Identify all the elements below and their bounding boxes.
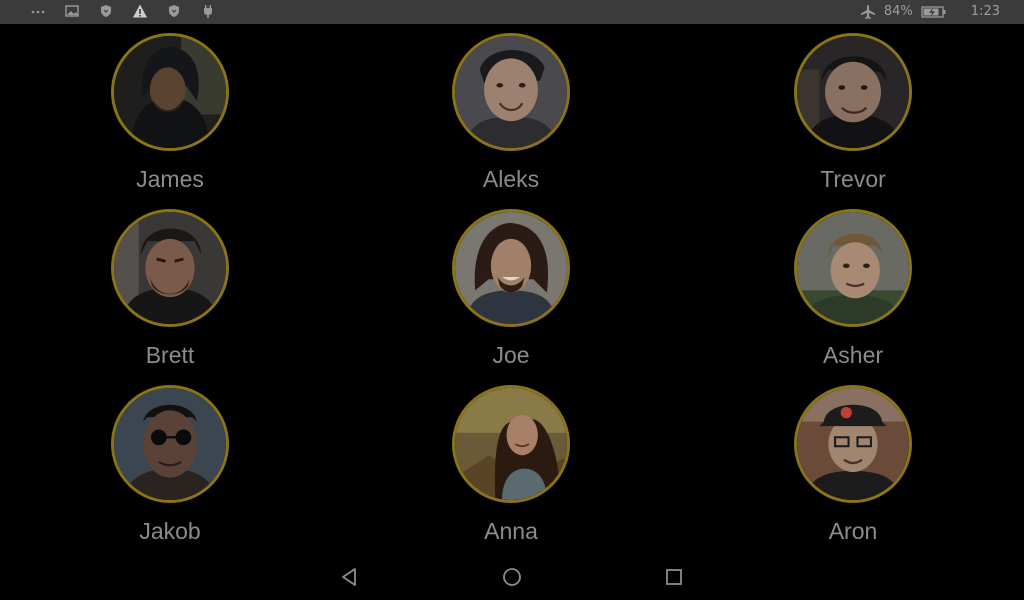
system-status: 84% 1:23 xyxy=(860,3,1000,21)
aron-avatar xyxy=(794,385,912,503)
contact-name: James xyxy=(136,166,204,192)
battery-percent: 84% xyxy=(883,4,913,19)
contact-name: Anna xyxy=(484,518,538,544)
contact-joe[interactable]: Joe xyxy=(414,200,614,376)
contact-jakob[interactable]: Jakob xyxy=(73,376,273,552)
contact-grid: James Aleks Trevor Brett Joe Asher Jakob… xyxy=(0,24,1024,552)
contact-name: Asher xyxy=(822,342,884,368)
shield-icon xyxy=(166,3,182,19)
contact-name: Aron xyxy=(828,518,878,544)
contact-aron[interactable]: Aron xyxy=(756,376,956,552)
android-debug-icon xyxy=(200,3,216,19)
home-button[interactable] xyxy=(501,566,523,588)
contact-name: Aleks xyxy=(482,166,540,192)
more-dots-icon xyxy=(30,3,46,19)
trevor-avatar xyxy=(794,33,912,151)
jakob-avatar xyxy=(111,385,229,503)
contact-trevor[interactable]: Trevor xyxy=(756,24,956,200)
recents-button[interactable] xyxy=(663,566,685,588)
navigation-bar xyxy=(0,552,1024,600)
brett-avatar xyxy=(111,209,229,327)
contact-name: Brett xyxy=(145,342,195,368)
contact-asher[interactable]: Asher xyxy=(756,200,956,376)
contact-aleks[interactable]: Aleks xyxy=(414,24,614,200)
contact-brett[interactable]: Brett xyxy=(73,200,273,376)
joe-avatar xyxy=(452,209,570,327)
airplane-mode-icon xyxy=(860,4,876,20)
contact-james[interactable]: James xyxy=(73,24,273,200)
back-button[interactable] xyxy=(339,566,361,588)
recents-icon xyxy=(666,569,682,585)
james-avatar xyxy=(111,33,229,151)
battery-charging-icon xyxy=(921,4,947,20)
anna-avatar xyxy=(452,385,570,503)
image-icon xyxy=(64,3,80,19)
status-bar: 84% 1:23 xyxy=(0,0,1024,24)
contact-name: Trevor xyxy=(820,166,886,192)
home-icon xyxy=(503,568,521,586)
warning-icon xyxy=(132,3,148,19)
back-icon xyxy=(342,568,356,586)
clock-time: 1:23 xyxy=(970,4,1000,19)
asher-avatar xyxy=(794,209,912,327)
contact-name: Joe xyxy=(492,342,530,368)
notification-icons xyxy=(30,3,216,19)
contact-anna[interactable]: Anna xyxy=(414,376,614,552)
contact-name: Jakob xyxy=(139,518,201,544)
shield-icon xyxy=(98,3,114,19)
aleks-avatar xyxy=(452,33,570,151)
